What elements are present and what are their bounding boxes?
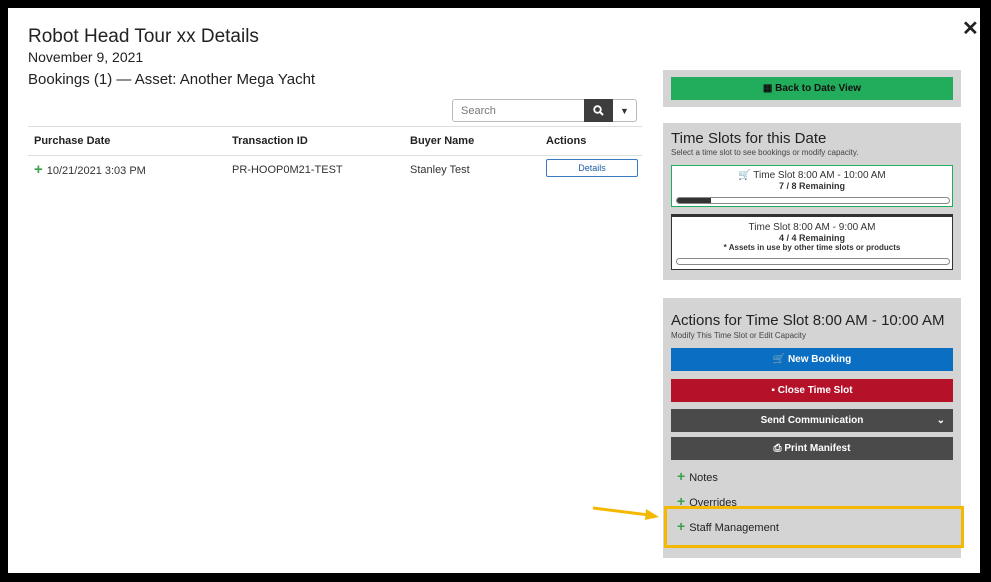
- search-dropdown-button[interactable]: ▼: [613, 99, 637, 122]
- transaction-id-cell: PR-HOOP0M21-TEST: [232, 164, 343, 176]
- table-row: +10/21/2021 3:03 PM PR-HOOP0M21-TEST Sta…: [28, 156, 642, 184]
- highlight-box: [664, 506, 964, 548]
- search-group: ▼: [452, 99, 637, 122]
- bookings-heading: Bookings (1) — Asset: Another Mega Yacht: [28, 71, 316, 88]
- time-slots-title: Time Slots for this Date: [671, 130, 827, 147]
- actions-title: Actions for Time Slot 8:00 AM - 10:00 AM: [671, 312, 945, 329]
- col-actions: Actions: [546, 135, 587, 147]
- slot-time: Time Slot 8:00 AM - 9:00 AM: [748, 222, 876, 233]
- capacity-fill: [677, 198, 711, 203]
- bookings-table: Purchase Date Transaction ID Buyer Name …: [28, 126, 642, 184]
- search-icon: [593, 105, 604, 116]
- details-button[interactable]: Details: [546, 159, 638, 177]
- notes-section-toggle[interactable]: + Notes: [677, 468, 718, 484]
- col-purchase-date: Purchase Date: [34, 135, 111, 147]
- search-input[interactable]: [452, 99, 602, 122]
- time-slot-card-2[interactable]: Time Slot 8:00 AM - 9:00 AM 4 / 4 Remain…: [671, 214, 953, 270]
- plus-icon: +: [677, 468, 686, 484]
- back-to-date-view-button[interactable]: ▦ Back to Date View: [671, 77, 953, 100]
- sidebar: ▦ Back to Date View Time Slots for this …: [663, 70, 961, 558]
- arrow-icon: [592, 506, 659, 520]
- send-communication-button[interactable]: Send Communication ⌄: [671, 409, 953, 432]
- print-manifest-button[interactable]: ⎙ Print Manifest: [671, 437, 953, 460]
- time-slots-subtitle: Select a time slot to see bookings or mo…: [671, 148, 859, 157]
- capacity-bar: [676, 197, 950, 204]
- modal-date: November 9, 2021: [28, 49, 144, 65]
- buyer-name-cell: Stanley Test: [410, 164, 470, 176]
- table-header: Purchase Date Transaction ID Buyer Name …: [28, 126, 642, 156]
- cart-icon: 🛒: [738, 170, 754, 181]
- close-icon[interactable]: ✕: [962, 19, 979, 39]
- cart-icon: 🛒: [772, 354, 788, 365]
- close-time-slot-button[interactable]: ▪ Close Time Slot: [671, 379, 953, 402]
- slot-remaining: 4 / 4 Remaining: [778, 233, 846, 243]
- time-slot-card-1[interactable]: 🛒 Time Slot 8:00 AM - 10:00 AM 7 / 8 Rem…: [671, 165, 953, 207]
- search-button[interactable]: [584, 99, 613, 122]
- slot-time: Time Slot 8:00 AM - 10:00 AM: [753, 170, 886, 181]
- modal-dialog: ✕ Robot Head Tour xx Details November 9,…: [8, 8, 980, 573]
- new-booking-button[interactable]: 🛒 New Booking: [671, 348, 953, 371]
- slot-note: * Assets in use by other time slots or p…: [723, 243, 901, 252]
- purchase-date-cell: +10/21/2021 3:03 PM: [34, 161, 146, 178]
- back-panel: ▦ Back to Date View: [663, 70, 961, 107]
- slot-remaining: 7 / 8 Remaining: [778, 181, 846, 191]
- caret-down-icon: ▼: [620, 105, 629, 116]
- actions-subtitle: Modify This Time Slot or Edit Capacity: [671, 331, 807, 340]
- time-slots-panel: Time Slots for this Date Select a time s…: [663, 123, 961, 280]
- modal-title: Robot Head Tour xx Details: [28, 26, 259, 47]
- col-buyer-name: Buyer Name: [410, 135, 475, 147]
- chevron-down-icon: ⌄: [936, 415, 945, 426]
- capacity-bar: [676, 258, 950, 265]
- expand-row-icon[interactable]: +: [34, 161, 43, 178]
- printer-icon: ⎙: [773, 443, 785, 454]
- col-transaction-id: Transaction ID: [232, 135, 308, 147]
- calendar-icon: ▦: [762, 83, 776, 94]
